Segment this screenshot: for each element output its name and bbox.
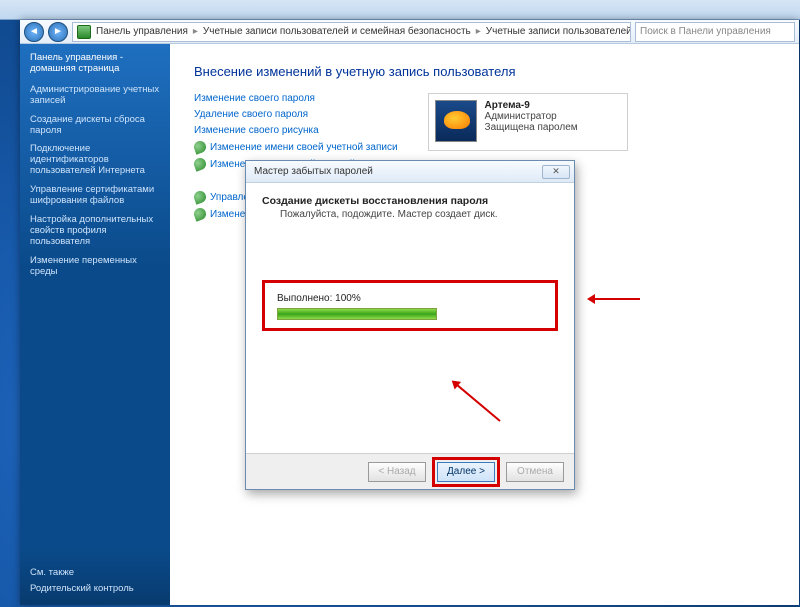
account-name: Артема-9	[485, 100, 578, 111]
action-link[interactable]: Изменение своего рисунка	[194, 125, 398, 136]
annotation-arrow	[590, 298, 640, 300]
page-title: Внесение изменений в учетную запись поль…	[194, 64, 775, 79]
control-panel-icon	[77, 25, 91, 39]
avatar	[435, 100, 477, 142]
breadcrumb[interactable]: Панель управления ▸ Учетные записи польз…	[72, 22, 631, 42]
wizard-footer: < Назад Далее > Отмена	[246, 453, 574, 489]
sidebar-link[interactable]: Управление сертификатами шифрования файл…	[30, 185, 160, 207]
progress-highlight: Выполнено: 100%	[262, 280, 558, 331]
sidebar: Панель управления - домашняя страница Ад…	[20, 44, 170, 605]
sidebar-link[interactable]: Подключение идентификаторов пользователе…	[30, 144, 160, 177]
nav-forward-button[interactable]: ►	[48, 22, 68, 42]
sidebar-link[interactable]: Изменение переменных среды	[30, 256, 160, 278]
sidebar-link[interactable]: Создание дискеты сброса пароля	[30, 115, 160, 137]
account-protected: Защищена паролем	[485, 122, 578, 133]
progress-label: Выполнено: 100%	[277, 293, 543, 304]
wizard-titlebar[interactable]: Мастер забытых паролей ✕	[246, 161, 574, 183]
wizard-body: Создание дискеты восстановления пароля П…	[246, 183, 574, 453]
shield-icon	[192, 156, 207, 171]
cancel-button[interactable]: Отмена	[506, 462, 564, 482]
wizard-heading: Создание дискеты восстановления пароля	[262, 195, 558, 207]
close-button[interactable]: ✕	[542, 165, 570, 179]
action-link[interactable]: Удаление своего пароля	[194, 109, 398, 120]
wizard-title: Мастер забытых паролей	[254, 166, 373, 177]
next-highlight: Далее >	[432, 457, 500, 487]
search-placeholder: Поиск в Панели управления	[640, 26, 771, 37]
search-input[interactable]: Поиск в Панели управления	[635, 22, 795, 42]
action-link[interactable]: Изменение своего пароля	[194, 93, 398, 104]
back-button[interactable]: < Назад	[368, 462, 426, 482]
close-icon: ✕	[552, 166, 560, 177]
shield-icon	[192, 206, 207, 221]
sidebar-parental-link[interactable]: Родительский контроль	[30, 584, 160, 595]
see-also-label: См. также	[30, 567, 160, 578]
shield-icon	[192, 139, 207, 154]
sidebar-home-link[interactable]: Панель управления - домашняя страница	[30, 52, 160, 75]
nav-back-button[interactable]: ◄	[24, 22, 44, 42]
word-titlebar	[0, 0, 800, 20]
breadcrumb-mid[interactable]: Учетные записи пользователей и семейная …	[200, 26, 474, 37]
shield-icon	[192, 189, 207, 204]
password-wizard-dialog: Мастер забытых паролей ✕ Создание дискет…	[245, 160, 575, 490]
chevron-right-icon: ▸	[193, 26, 198, 37]
sidebar-link[interactable]: Администрирование учетных записей	[30, 85, 160, 107]
breadcrumb-root[interactable]: Панель управления	[93, 26, 191, 37]
account-tile: Артема-9 Администратор Защищена паролем	[428, 93, 628, 151]
progress-bar	[277, 308, 437, 320]
chevron-right-icon: ▸	[476, 26, 481, 37]
progress-fill	[278, 309, 436, 319]
action-link[interactable]: Изменение имени своей учетной записи	[194, 141, 398, 153]
sidebar-link[interactable]: Настройка дополнительных свойств профиля…	[30, 215, 160, 248]
wizard-subtitle: Пожалуйста, подождите. Мастер создает ди…	[280, 209, 558, 220]
breadcrumb-leaf[interactable]: Учетные записи пользователей	[483, 26, 631, 37]
account-role: Администратор	[485, 111, 578, 122]
address-bar: ◄ ► Панель управления ▸ Учетные записи п…	[20, 20, 799, 44]
next-button[interactable]: Далее >	[437, 462, 495, 482]
